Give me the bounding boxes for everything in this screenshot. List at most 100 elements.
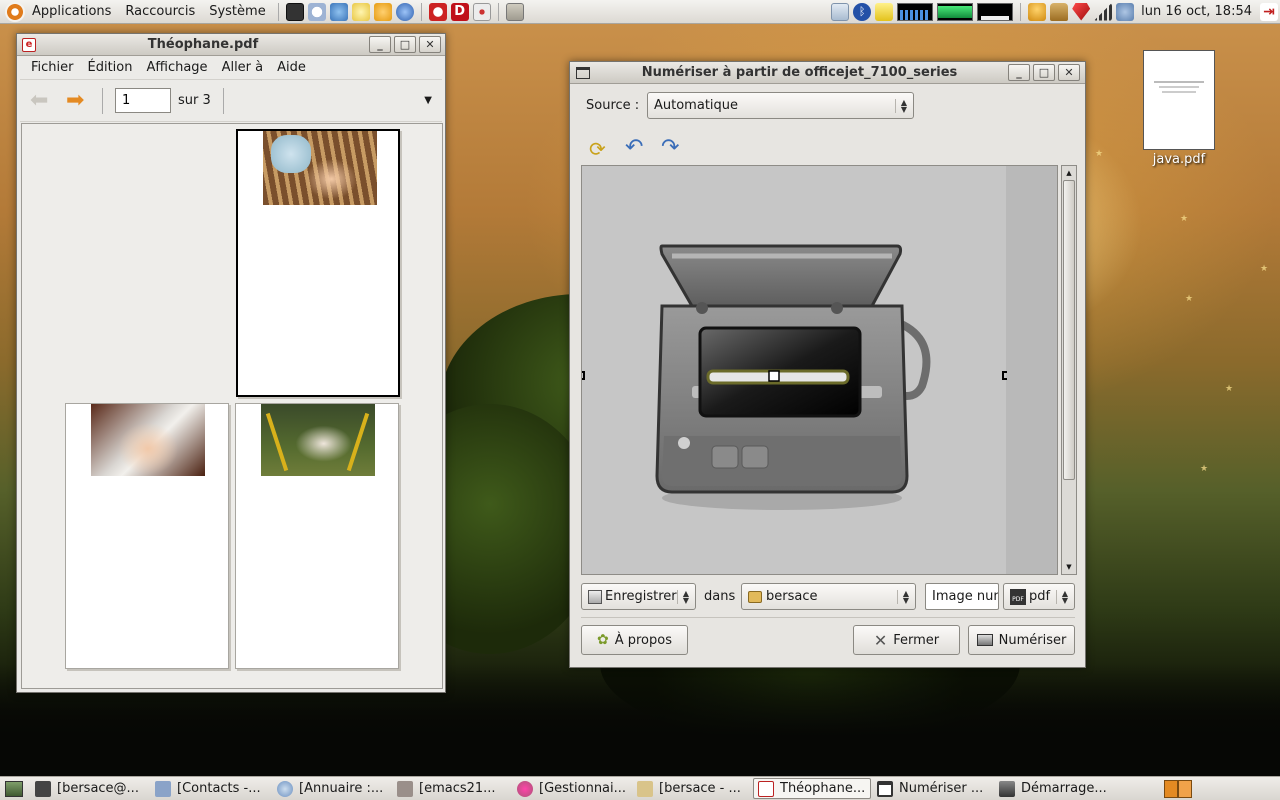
- close-button[interactable]: ✕: [1058, 64, 1080, 81]
- rotate-left-icon[interactable]: ↶: [625, 135, 643, 160]
- lock-icon[interactable]: [1050, 2, 1069, 21]
- scan-preview-area[interactable]: [581, 165, 1058, 575]
- baby-photo-2: [91, 404, 205, 476]
- pdf-page-1[interactable]: [236, 129, 400, 397]
- task-theophane[interactable]: Théophane...: [753, 778, 871, 799]
- source-label: Source :: [586, 98, 640, 113]
- baby-photo-1: [263, 131, 377, 205]
- separator: [581, 617, 1075, 618]
- ruby-icon[interactable]: [1072, 2, 1091, 21]
- lifesaver-launcher-icon[interactable]: [428, 2, 447, 21]
- bluetooth-icon[interactable]: ᛒ: [853, 2, 872, 21]
- media-launcher-icon[interactable]: [472, 2, 491, 21]
- minimize-button[interactable]: _: [369, 36, 391, 53]
- workspace-2[interactable]: [1178, 779, 1192, 798]
- task-terminal[interactable]: [bersace@...: [31, 778, 149, 799]
- user-applet-icon[interactable]: [1028, 2, 1047, 21]
- task-demarrage[interactable]: Démarrage...: [995, 778, 1113, 799]
- scan-label: Numériser: [998, 632, 1067, 648]
- scan-window: Numériser à partir de officejet_7100_ser…: [569, 61, 1086, 668]
- sun-launcher-icon[interactable]: [351, 2, 370, 21]
- people-launcher-icon[interactable]: [373, 2, 392, 21]
- task-label: [emacs21...: [419, 781, 496, 796]
- signal-strength-icon[interactable]: [1094, 2, 1113, 21]
- source-select[interactable]: Automatique ▲ ▼: [647, 92, 914, 119]
- menu-fichier[interactable]: Fichier: [24, 60, 81, 75]
- task-annuaire[interactable]: [Annuaire :...: [273, 778, 391, 799]
- memory-monitor[interactable]: [937, 2, 974, 21]
- desktop-file-java-pdf[interactable]: java.pdf: [1143, 50, 1215, 167]
- logout-icon[interactable]: ⇥: [1260, 2, 1278, 21]
- preview-scrollbar[interactable]: ▲ ▼: [1061, 165, 1077, 575]
- filename-value: Image nun: [932, 589, 999, 604]
- clock[interactable]: lun 16 oct, 18:54: [1136, 4, 1258, 19]
- pdf-thumbnail-icon: [1143, 50, 1215, 150]
- task-bersace-folder[interactable]: [bersace - ...: [633, 778, 751, 799]
- scrollbar-thumb[interactable]: [1063, 180, 1075, 480]
- document-view[interactable]: [21, 123, 443, 689]
- task-label: [bersace@...: [57, 781, 139, 796]
- rotate-right-icon[interactable]: ↷: [661, 135, 679, 160]
- scroll-up-icon[interactable]: ▲: [1062, 166, 1076, 180]
- ubuntu-logo-icon[interactable]: [5, 1, 25, 22]
- clock-launcher-icon[interactable]: [307, 2, 326, 21]
- window-menu-icon[interactable]: [576, 66, 590, 79]
- toolbar-overflow-icon[interactable]: ▼: [424, 95, 432, 106]
- page-number-input[interactable]: [115, 88, 171, 113]
- task-gestionnaire[interactable]: [Gestionnai...: [513, 778, 631, 799]
- menu-applications[interactable]: Applications: [25, 4, 118, 19]
- format-select[interactable]: PDF pdf ▲ ▼: [1003, 583, 1075, 610]
- crop-handle-left-icon[interactable]: [582, 371, 585, 380]
- network-status-icon[interactable]: [1116, 2, 1135, 21]
- scan-titlebar[interactable]: Numériser à partir de officejet_7100_ser…: [570, 62, 1085, 84]
- action-select[interactable]: Enregistrer ▲ ▼: [581, 583, 696, 610]
- menu-affichage[interactable]: Affichage: [139, 60, 214, 75]
- evince-toolbar: ⬅ ➡ sur 3 ▼: [20, 80, 442, 122]
- notes-launcher-icon[interactable]: [505, 2, 524, 21]
- notes-applet-icon[interactable]: [875, 2, 894, 21]
- close-dialog-button[interactable]: ✕ Fermer: [853, 625, 960, 655]
- cpu-monitor[interactable]: [897, 2, 934, 21]
- menu-systeme[interactable]: Système: [202, 4, 272, 19]
- crop-handle-right-icon[interactable]: [1002, 371, 1007, 380]
- terminal-launcher-icon[interactable]: [285, 2, 304, 21]
- task-contacts[interactable]: [Contacts -...: [151, 778, 271, 799]
- mail-launcher-icon[interactable]: [329, 2, 348, 21]
- menu-edition[interactable]: Édition: [81, 60, 140, 75]
- refresh-icon[interactable]: ⟳: [589, 137, 606, 161]
- evince-app-icon[interactable]: e: [22, 37, 36, 52]
- previous-page-icon[interactable]: ⬅: [30, 88, 56, 113]
- menu-aller-a[interactable]: Aller à: [215, 60, 271, 75]
- task-emacs[interactable]: [emacs21...: [393, 778, 511, 799]
- browser-launcher-icon[interactable]: [395, 2, 414, 21]
- folder-select[interactable]: bersace ▲ ▼: [741, 583, 916, 610]
- window-icon: [877, 780, 893, 797]
- in-label: dans: [704, 589, 736, 604]
- next-page-icon[interactable]: ➡: [66, 88, 92, 113]
- combo-arrows-icon: ▲ ▼: [894, 98, 907, 113]
- menu-raccourcis[interactable]: Raccourcis: [118, 4, 202, 19]
- source-value: Automatique: [654, 98, 739, 113]
- network-monitor[interactable]: [977, 2, 1014, 21]
- combo-arrows-icon: ▲ ▼: [896, 589, 909, 604]
- pdf-page-3[interactable]: [235, 403, 399, 669]
- workspace-1[interactable]: [1164, 779, 1178, 798]
- pdf-page-2[interactable]: [65, 403, 229, 669]
- close-button[interactable]: ✕: [419, 36, 441, 53]
- scan-button[interactable]: Numériser: [968, 625, 1075, 655]
- task-label: Numériser ...: [899, 781, 984, 796]
- maximize-button[interactable]: □: [394, 36, 416, 53]
- evince-titlebar[interactable]: e Théophane.pdf _ □ ✕: [17, 34, 445, 56]
- task-numeriser[interactable]: Numériser ...: [873, 778, 993, 799]
- task-label: [Annuaire :...: [299, 781, 384, 796]
- filename-input[interactable]: Image nun: [925, 583, 999, 610]
- d-launcher-icon[interactable]: D: [450, 2, 469, 21]
- maximize-button[interactable]: □: [1033, 64, 1055, 81]
- show-desktop-icon[interactable]: [5, 780, 23, 797]
- menu-aide[interactable]: Aide: [270, 60, 313, 75]
- scroll-down-icon[interactable]: ▼: [1062, 560, 1076, 574]
- minimize-button[interactable]: _: [1008, 64, 1030, 81]
- network-manager-icon[interactable]: [831, 2, 850, 21]
- workspace-switcher[interactable]: [1164, 779, 1192, 798]
- about-button[interactable]: ✿ À propos: [581, 625, 688, 655]
